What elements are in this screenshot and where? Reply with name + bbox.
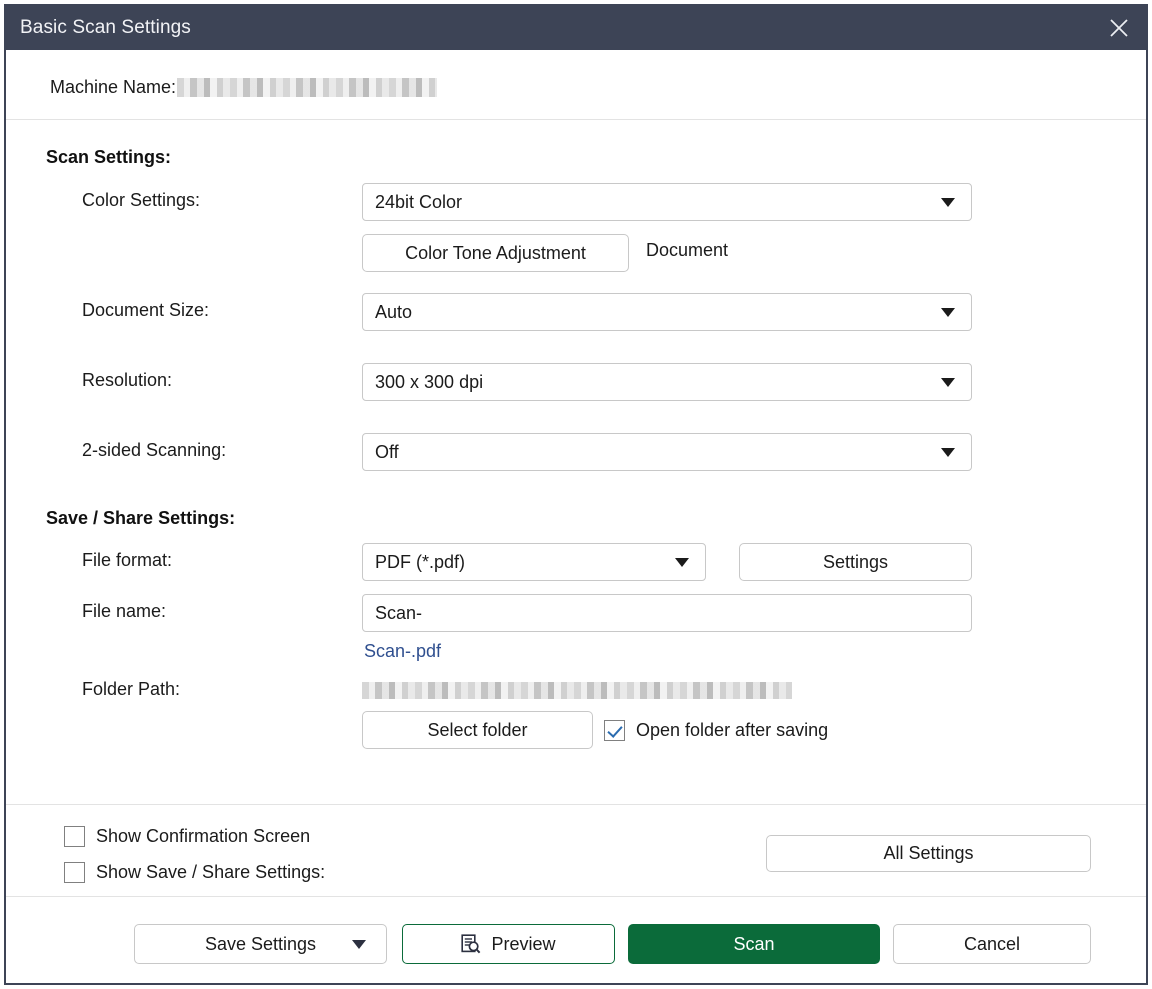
color-tone-adjustment-button[interactable]: Color Tone Adjustment: [362, 234, 629, 272]
resolution-select[interactable]: 300 x 300 dpi: [362, 363, 972, 401]
resolution-value: 300 x 300 dpi: [363, 372, 941, 393]
folder-path-value-redacted: [362, 682, 792, 699]
document-size-label: Document Size:: [82, 300, 209, 321]
open-folder-after-saving-checkbox[interactable]: Open folder after saving: [604, 720, 828, 741]
color-settings-select[interactable]: 24bit Color: [362, 183, 972, 221]
file-format-select[interactable]: PDF (*.pdf): [362, 543, 706, 581]
checkbox-box: [64, 862, 85, 883]
color-settings-label: Color Settings:: [82, 190, 200, 211]
file-name-value: Scan-: [363, 603, 422, 624]
document-size-value: Auto: [363, 302, 941, 323]
color-tone-mode-value: Document: [646, 240, 728, 261]
cancel-button[interactable]: Cancel: [893, 924, 1091, 964]
chevron-down-icon: [941, 378, 955, 387]
document-size-select[interactable]: Auto: [362, 293, 972, 331]
file-name-label: File name:: [82, 601, 166, 622]
show-confirmation-screen-label: Show Confirmation Screen: [96, 826, 310, 847]
machine-name-label: Machine Name:: [50, 77, 176, 98]
chevron-down-icon: [352, 940, 366, 949]
divider-bottom: [6, 804, 1146, 805]
two-sided-scanning-label: 2-sided Scanning:: [82, 440, 226, 461]
two-sided-scanning-select[interactable]: Off: [362, 433, 972, 471]
color-settings-value: 24bit Color: [363, 192, 941, 213]
preview-button[interactable]: Preview: [402, 924, 615, 964]
file-name-preview: Scan-.pdf: [364, 641, 441, 662]
open-folder-after-saving-label: Open folder after saving: [636, 720, 828, 741]
divider-footer: [6, 896, 1146, 897]
show-save-share-settings-label: Show Save / Share Settings:: [96, 862, 325, 883]
title-bar: Basic Scan Settings: [6, 6, 1146, 50]
scan-button[interactable]: Scan: [628, 924, 880, 964]
all-settings-button[interactable]: All Settings: [766, 835, 1091, 872]
file-format-settings-button[interactable]: Settings: [739, 543, 972, 581]
chevron-down-icon: [941, 308, 955, 317]
show-save-share-settings-checkbox[interactable]: Show Save / Share Settings:: [64, 862, 325, 883]
scan-settings-heading: Scan Settings:: [46, 147, 171, 168]
checkbox-box: [64, 826, 85, 847]
close-icon[interactable]: [1092, 6, 1146, 50]
file-format-label: File format:: [82, 550, 172, 571]
folder-path-label: Folder Path:: [82, 679, 180, 700]
two-sided-scanning-value: Off: [363, 442, 941, 463]
dialog-body: Machine Name: Scan Settings: Color Setti…: [6, 50, 1146, 983]
resolution-label: Resolution:: [82, 370, 172, 391]
save-share-heading: Save / Share Settings:: [46, 508, 235, 529]
machine-name-value-redacted: [177, 78, 437, 97]
save-settings-label: Save Settings: [205, 934, 316, 955]
divider-top: [6, 119, 1146, 120]
select-folder-button[interactable]: Select folder: [362, 711, 593, 749]
chevron-down-icon: [941, 448, 955, 457]
page-title: Basic Scan Settings: [20, 17, 191, 39]
file-name-input[interactable]: Scan-: [362, 594, 972, 632]
save-settings-button[interactable]: Save Settings: [134, 924, 387, 964]
chevron-down-icon: [675, 558, 689, 567]
preview-label: Preview: [491, 934, 555, 955]
chevron-down-icon: [941, 198, 955, 207]
basic-scan-settings-dialog: Basic Scan Settings Machine Name: Scan S…: [4, 4, 1148, 985]
machine-name-row: Machine Name:: [50, 77, 437, 98]
checkbox-box: [604, 720, 625, 741]
file-format-value: PDF (*.pdf): [363, 552, 675, 573]
show-confirmation-screen-checkbox[interactable]: Show Confirmation Screen: [64, 826, 310, 847]
document-magnifier-icon: [461, 934, 481, 955]
